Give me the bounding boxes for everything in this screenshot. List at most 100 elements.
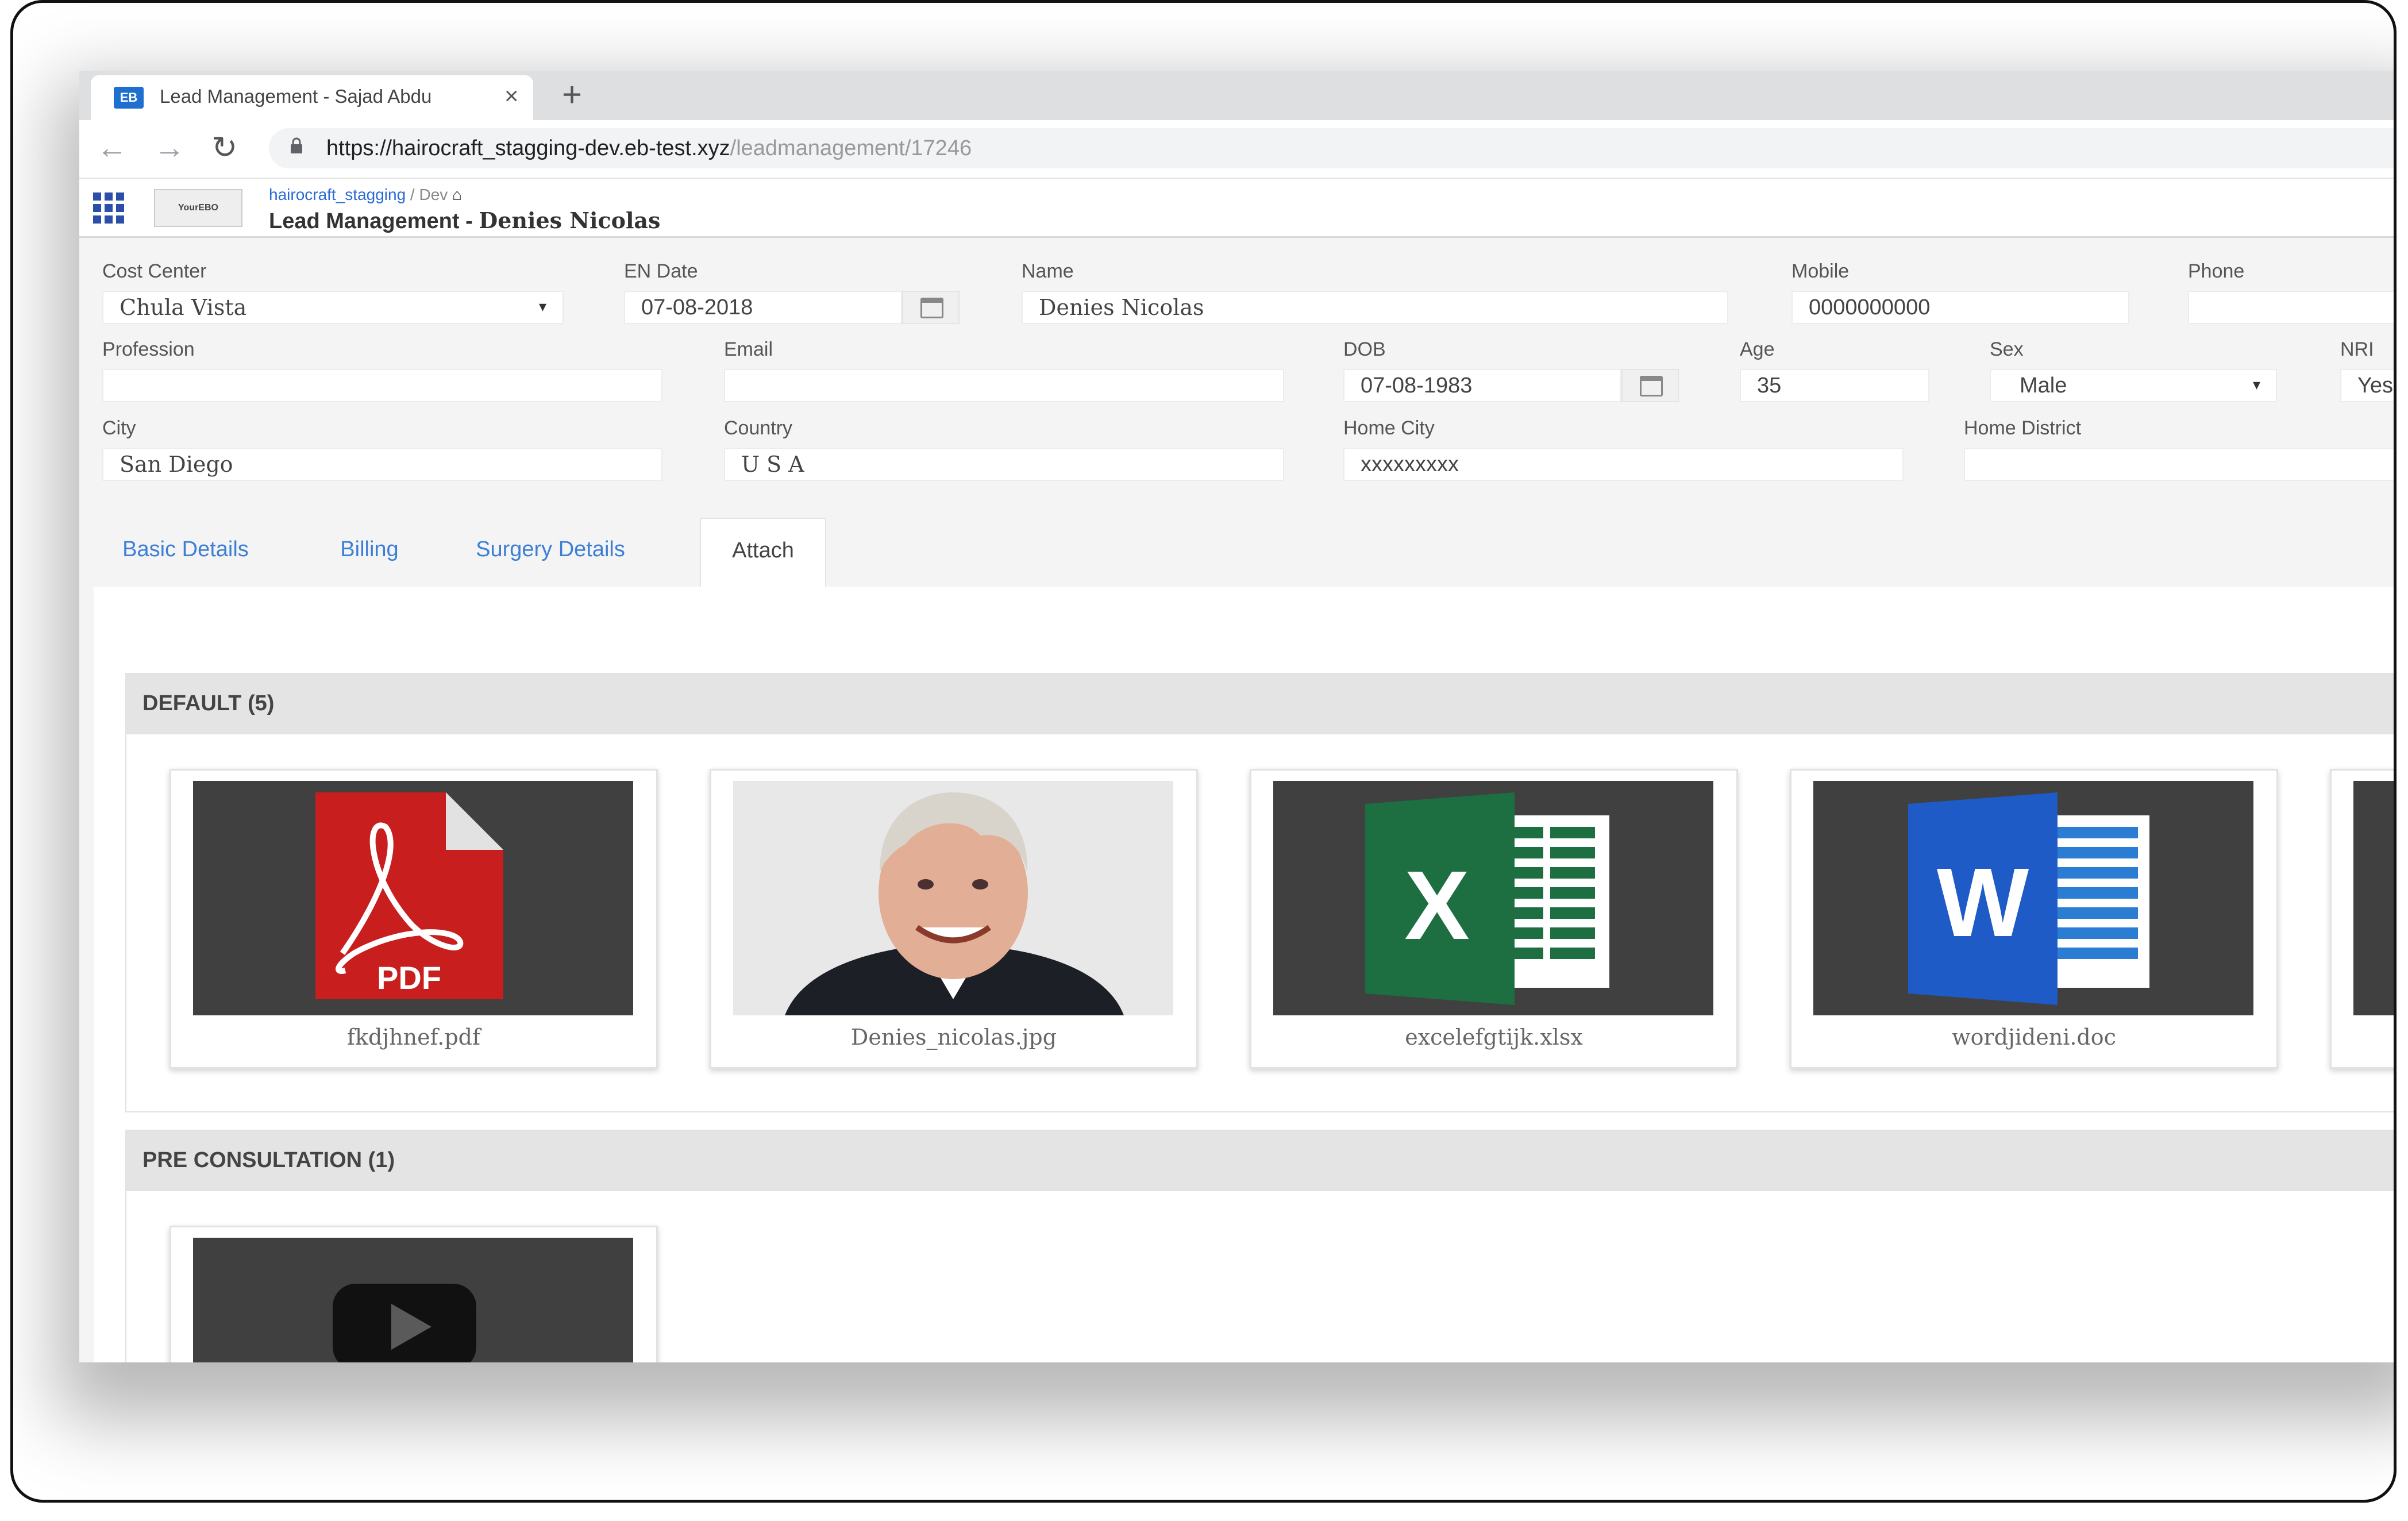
pdf-thumbnail: PDF: [193, 781, 633, 1015]
tab-attach[interactable]: Attach: [700, 518, 826, 587]
word-badge-text: W: [1937, 848, 2029, 957]
page-title-name: Denies Nicolas: [479, 207, 661, 233]
sex-select[interactable]: Male: [1990, 369, 2277, 402]
city-label: City: [102, 417, 136, 439]
url-text: https://hairocraft_stagging-dev.eb-test.…: [326, 136, 972, 161]
excel-badge-text: X: [1404, 851, 1469, 960]
age-label: Age: [1740, 338, 1775, 360]
cost-center-value: Chula Vista: [120, 295, 247, 320]
name-field[interactable]: Denies Nicolas: [1022, 291, 1728, 324]
tab-surgery-details[interactable]: Surgery Details: [456, 518, 645, 587]
detail-tabs: Basic Details Billing Surgery Details At…: [79, 518, 2394, 587]
nri-select[interactable]: Yes: [2340, 369, 2394, 402]
home-city-label: Home City: [1343, 417, 1435, 439]
mobile-value: 0000000000: [1809, 295, 1931, 319]
attachment-card-partial[interactable]: [2330, 769, 2394, 1069]
word-thumbnail: W: [1813, 781, 2253, 1015]
back-arrow-icon[interactable]: ←: [97, 130, 128, 165]
pre-consultation-section: PRE CONSULTATION (1): [125, 1130, 2394, 1362]
attachment-card-video[interactable]: [169, 1226, 658, 1362]
sex-label: Sex: [1990, 338, 2024, 360]
sex-value: Male: [2020, 373, 2067, 398]
attachment-card-pdf[interactable]: PDF fkdjhnef.pdf: [169, 769, 658, 1069]
attachment-filename: fkdjhnef.pdf: [346, 1025, 481, 1050]
default-section-header[interactable]: DEFAULT (5): [126, 674, 2394, 734]
home-icon[interactable]: ⌂: [452, 186, 462, 203]
chevron-down-icon: ▾: [539, 298, 547, 315]
url-host: https://hairocraft_stagging-dev.eb-test.…: [326, 136, 730, 160]
attachment-filename: Denies_nicolas.jpg: [850, 1025, 1057, 1050]
play-icon: [333, 1284, 476, 1362]
excel-thumbnail: X: [1273, 781, 1713, 1015]
name-value: Denies Nicolas: [1039, 295, 1204, 320]
country-field[interactable]: U S A: [724, 448, 1284, 481]
home-city-value: xxxxxxxxx: [1361, 452, 1459, 476]
age-field[interactable]: 35: [1740, 369, 1929, 402]
forward-arrow-icon[interactable]: →: [154, 130, 185, 165]
photo-thumbnail: [733, 781, 1173, 1015]
company-logo: YourEBO: [154, 189, 242, 227]
attachment-thumbnail: [2353, 781, 2394, 1015]
lock-icon: [291, 137, 302, 153]
home-district-field[interactable]: [1964, 448, 2394, 481]
tab-basic-details[interactable]: Basic Details: [105, 518, 266, 587]
nri-value: Yes: [2357, 373, 2393, 398]
dob-label: DOB: [1343, 338, 1386, 360]
pdf-icon: PDF: [315, 792, 503, 999]
apps-grid-icon[interactable]: [93, 192, 124, 224]
dob-value: 07-08-1983: [1361, 373, 1473, 398]
attachment-filename: wordjideni.doc: [1952, 1025, 2116, 1050]
mobile-field[interactable]: 0000000000: [1791, 291, 2129, 324]
app-header: YourEBO hairocraft_stagging / Dev ⌂ Lead…: [79, 179, 2394, 238]
reload-icon[interactable]: ↻: [211, 130, 237, 165]
screenshot-frame: EB Lead Management - Sajad Abdu × + ← → …: [10, 0, 2397, 1503]
phone-label: Phone: [2188, 260, 2245, 282]
dob-field[interactable]: 07-08-1983: [1343, 369, 1621, 402]
dob-calendar-button[interactable]: [1621, 369, 1679, 402]
browser-tab[interactable]: EB Lead Management - Sajad Abdu ×: [91, 75, 533, 120]
default-section-title: DEFAULT (5): [142, 691, 275, 715]
attachment-card-word[interactable]: W wordjideni.doc: [1790, 769, 2278, 1069]
new-tab-icon[interactable]: +: [562, 78, 582, 112]
browser-tab-strip: EB Lead Management - Sajad Abdu × +: [79, 71, 2394, 120]
attachment-card-photo[interactable]: Denies_nicolas.jpg: [710, 769, 1198, 1069]
breadcrumb-solution-link[interactable]: hairocraft_stagging: [269, 186, 406, 203]
attachment-card-excel[interactable]: X excelefgtijk.xlsx: [1250, 769, 1738, 1069]
page-title-prefix: Lead Management -: [269, 209, 479, 233]
city-value: San Diego: [120, 452, 233, 477]
nri-label: NRI: [2340, 338, 2374, 360]
phone-field[interactable]: [2188, 291, 2394, 324]
home-city-field[interactable]: xxxxxxxxx: [1343, 448, 1904, 481]
person-photo-icon: [733, 781, 1173, 1015]
profession-field[interactable]: [102, 369, 662, 402]
city-field[interactable]: San Diego: [102, 448, 662, 481]
calendar-icon: [920, 298, 943, 318]
attachment-filename: excelefgtijk.xlsx: [1405, 1025, 1583, 1050]
excel-icon: X: [1365, 792, 1609, 1005]
cost-center-label: Cost Center: [102, 260, 207, 282]
pdf-badge-text: PDF: [377, 960, 441, 996]
pre-consultation-title: PRE CONSULTATION (1): [142, 1148, 395, 1172]
mobile-label: Mobile: [1791, 260, 1850, 282]
url-field[interactable]: https://hairocraft_stagging-dev.eb-test.…: [269, 128, 2394, 168]
age-value: 35: [1757, 373, 1782, 398]
word-icon: W: [1908, 792, 2149, 1005]
en-date-calendar-button[interactable]: [902, 291, 960, 324]
pre-consultation-header[interactable]: PRE CONSULTATION (1): [126, 1131, 2394, 1191]
cost-center-select[interactable]: Chula Vista: [102, 291, 564, 324]
en-date-value: 07-08-2018: [641, 295, 753, 319]
default-attachments-section: DEFAULT (5) PDF fkdjhnef.pdf Denies_nico…: [125, 673, 2394, 1112]
profession-label: Profession: [102, 338, 195, 360]
browser-tab-title: Lead Management - Sajad Abdu: [160, 86, 432, 107]
email-label: Email: [724, 338, 773, 360]
country-label: Country: [724, 417, 793, 439]
chevron-down-icon: ▾: [2253, 376, 2261, 393]
email-field[interactable]: [724, 369, 1284, 402]
attach-panel: DEFAULT (5) PDF fkdjhnef.pdf Denies_nico…: [94, 587, 2394, 1362]
en-date-field[interactable]: 07-08-2018: [624, 291, 902, 324]
breadcrumb-env: Dev: [419, 186, 448, 203]
tab-billing[interactable]: Billing: [321, 518, 418, 587]
calendar-icon: [1640, 376, 1663, 396]
close-icon[interactable]: ×: [504, 82, 519, 110]
url-path: /leadmanagement/17246: [730, 136, 972, 160]
